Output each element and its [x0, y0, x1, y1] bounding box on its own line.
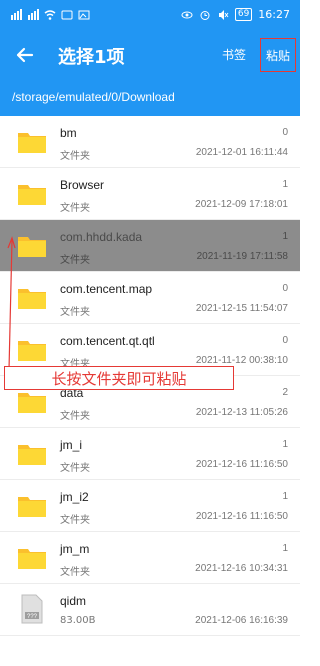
list-item[interactable]: bm 文件夹 0 2021-12-01 16:11:44 [0, 116, 300, 168]
annotation-arrow-icon [7, 236, 16, 370]
folder-icon [18, 445, 46, 465]
paste-button[interactable]: 粘贴 [260, 38, 296, 72]
mute-icon [218, 9, 229, 20]
app-bar: 选择1项 书签 粘贴 [0, 32, 300, 78]
signal-icon [28, 9, 39, 20]
modified-date: 2021-12-16 11:16:50 [195, 511, 288, 522]
item-count: 1 [282, 491, 288, 502]
eye-icon [181, 11, 193, 18]
file-name: com.tencent.map [60, 282, 153, 296]
folder-icon [18, 289, 46, 309]
list-item[interactable]: jm_i 文件夹 1 2021-12-16 11:16:50 [0, 428, 300, 480]
file-name: com.tencent.qt.qtl [60, 334, 155, 348]
path-breadcrumb[interactable]: /storage/emulated/0/Download [0, 78, 300, 116]
list-item[interactable]: com.tencent.map 文件夹 0 2021-12-15 11:54:07 [0, 272, 300, 324]
file-type: 文件夹 [60, 567, 90, 578]
modified-date: 2021-12-16 10:34:31 [195, 563, 288, 574]
list-item[interactable]: Browser 文件夹 1 2021-12-09 17:18:01 [0, 168, 300, 220]
item-count: 1 [282, 439, 288, 450]
file-name: jm_i2 [60, 490, 89, 504]
list-item[interactable]: com.hhdd.kada 文件夹 1 2021-11-19 17:11:58 [0, 220, 300, 272]
item-count: 1 [282, 231, 288, 242]
back-arrow-icon[interactable] [12, 42, 38, 68]
modified-date: 2021-11-12 00:38:10 [195, 355, 288, 366]
alarm-icon [200, 10, 210, 20]
file-type: 文件夹 [60, 255, 90, 266]
folder-icon [18, 237, 46, 257]
folder-icon [18, 549, 46, 569]
folder-icon [18, 133, 46, 153]
page-title: 选择1项 [58, 47, 125, 68]
folder-icon [18, 393, 46, 413]
file-type: 文件夹 [60, 307, 90, 318]
bookmark-button[interactable]: 书签 [222, 46, 246, 63]
file-name: jm_i [60, 438, 83, 452]
file-name: bm [60, 126, 77, 140]
wifi-icon [44, 10, 56, 20]
image-icon [78, 10, 90, 20]
modified-date: 2021-12-13 11:05:26 [195, 407, 288, 418]
modified-date: 2021-12-16 11:16:50 [195, 459, 288, 470]
file-name: com.hhdd.kada [60, 230, 143, 244]
folder-icon [18, 185, 46, 205]
list-item[interactable]: ??? qidm 83.00B 2021-12-06 16:16:39 [0, 584, 300, 636]
status-right: 69 16:27 [181, 8, 290, 21]
list-item[interactable]: jm_i2 文件夹 1 2021-12-16 11:16:50 [0, 480, 300, 532]
svg-text:???: ??? [27, 614, 38, 620]
file-type: 文件夹 [60, 411, 90, 422]
file-type: 文件夹 [60, 463, 90, 474]
item-count: 1 [282, 179, 288, 190]
folder-icon [18, 341, 46, 361]
modified-date: 2021-12-06 16:16:39 [195, 615, 288, 626]
modified-date: 2021-12-09 17:18:01 [195, 199, 288, 210]
file-name: jm_m [60, 542, 90, 556]
item-count: 0 [282, 127, 288, 138]
current-path: /storage/emulated/0/Download [12, 90, 175, 104]
item-count: 0 [282, 335, 288, 346]
item-count: 2 [282, 387, 288, 398]
file-name: Browser [60, 178, 105, 192]
file-type: 文件夹 [60, 151, 90, 162]
file-type: 83.00B [60, 615, 96, 626]
annotation-callout: 长按文件夹即可粘贴 [4, 366, 234, 390]
file-name: qidm [60, 594, 87, 608]
notification-icon [61, 10, 73, 20]
modified-date: 2021-12-15 11:54:07 [195, 303, 288, 314]
file-type: 文件夹 [60, 203, 90, 214]
sim-signal-icon [11, 9, 22, 20]
file-type: 文件夹 [60, 515, 90, 526]
battery-indicator: 69 [234, 8, 253, 21]
folder-icon [18, 497, 46, 517]
modified-date: 2021-12-01 16:11:44 [195, 147, 288, 158]
modified-date: 2021-11-19 17:11:58 [196, 251, 288, 262]
file-icon: ??? [21, 594, 43, 624]
status-left [10, 9, 90, 21]
status-bar: 69 16:27 [0, 0, 300, 32]
item-count: 1 [282, 543, 288, 554]
list-item[interactable]: jm_m 文件夹 1 2021-12-16 10:34:31 [0, 532, 300, 584]
item-count: 0 [282, 283, 288, 294]
status-time: 16:27 [258, 8, 290, 21]
